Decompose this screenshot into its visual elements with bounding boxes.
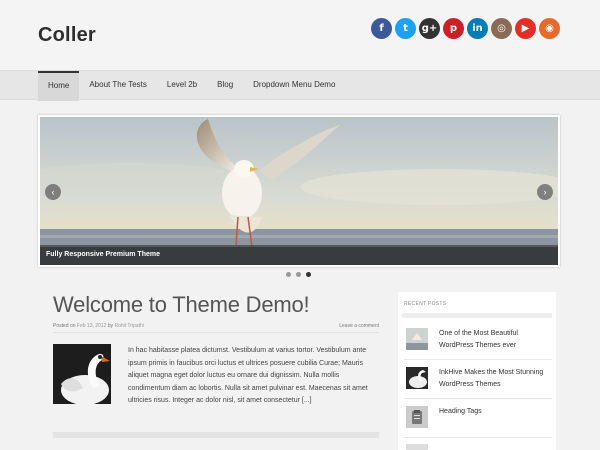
recent-post-thumb[interactable] [406, 328, 428, 350]
google-plus-icon[interactable]: g+ [419, 18, 440, 39]
post-title[interactable]: Welcome to Theme Demo! [53, 292, 379, 318]
site-header: Coller f t g+ p in ◎ ▶ ◉ [0, 0, 600, 70]
nav-item-level-2b[interactable]: Level 2b [157, 71, 207, 101]
main-navigation: Home About The Tests Level 2b Blog Dropdown … [0, 70, 600, 101]
post-author[interactable]: Rohit Tripathi [114, 323, 143, 329]
facebook-icon[interactable]: f [371, 18, 392, 39]
recent-post-item[interactable] [404, 439, 552, 450]
post-article: Welcome to Theme Demo! Posted on Feb 13,… [53, 292, 379, 450]
recent-post-title[interactable]: InkHive Makes the Most Stunning WordPres… [439, 367, 551, 390]
recent-post-title[interactable]: One of the Most Beautiful WordPress Them… [439, 328, 551, 351]
nav-menu: Home About The Tests Level 2b Blog Dropdown … [38, 71, 345, 101]
recent-post-thumb[interactable] [406, 406, 428, 428]
post-thumbnail-swan[interactable] [53, 344, 111, 404]
nav-item-blog[interactable]: Blog [207, 71, 243, 101]
slider-dot[interactable] [296, 272, 301, 277]
nav-item-dropdown-menu-demo[interactable]: Dropdown Menu Demo [243, 71, 345, 101]
post-divider [53, 432, 379, 438]
twitter-icon[interactable]: t [395, 18, 416, 39]
recent-post-thumb[interactable] [406, 444, 428, 450]
site-logo[interactable]: Coller [38, 24, 96, 47]
post-excerpt: In hac habitasse platea dictumst. Vestib… [128, 347, 368, 404]
recent-post-title[interactable]: Heading Tags [439, 406, 551, 418]
widget-title: RECENT POSTS [404, 301, 447, 307]
sidebar-recent-posts: RECENT POSTS One of the Most Beautiful W… [398, 292, 556, 450]
linkedin-icon[interactable]: in [467, 18, 488, 39]
image-slider[interactable]: ‹ › Fully Responsive Premium Theme [38, 115, 560, 267]
slide-image-seagull [40, 117, 558, 265]
recent-post-item[interactable]: One of the Most Beautiful WordPress Them… [404, 322, 552, 360]
youtube-icon[interactable]: ▶ [515, 18, 536, 39]
nav-item-about-the-tests[interactable]: About The Tests [79, 71, 157, 101]
posted-on-label: Posted on [53, 323, 76, 329]
post-date[interactable]: Feb 13, 2012 [77, 323, 106, 329]
slider-pagination [286, 272, 311, 277]
social-icons: f t g+ p in ◎ ▶ ◉ [371, 18, 560, 39]
post-meta: Posted on Feb 13, 2012 by Rohit Tripathi… [53, 323, 379, 333]
nav-item-home[interactable]: Home [38, 71, 80, 101]
slide-caption: Fully Responsive Premium Theme [40, 245, 558, 265]
rss-icon[interactable]: ◉ [539, 18, 560, 39]
recent-post-item[interactable]: InkHive Makes the Most Stunning WordPres… [404, 361, 552, 399]
pinterest-icon[interactable]: p [443, 18, 464, 39]
instagram-icon[interactable]: ◎ [491, 18, 512, 39]
widget-divider [402, 313, 552, 318]
by-label: by [107, 323, 114, 329]
recent-post-item[interactable]: Heading Tags [404, 400, 552, 438]
recent-post-thumb[interactable] [406, 367, 428, 389]
slider-next-button[interactable]: › [537, 184, 553, 200]
leave-comment-link[interactable]: Leave a comment [339, 323, 379, 329]
slider-dot[interactable] [306, 272, 311, 277]
slider-prev-button[interactable]: ‹ [45, 184, 61, 200]
slider-dot[interactable] [286, 272, 291, 277]
